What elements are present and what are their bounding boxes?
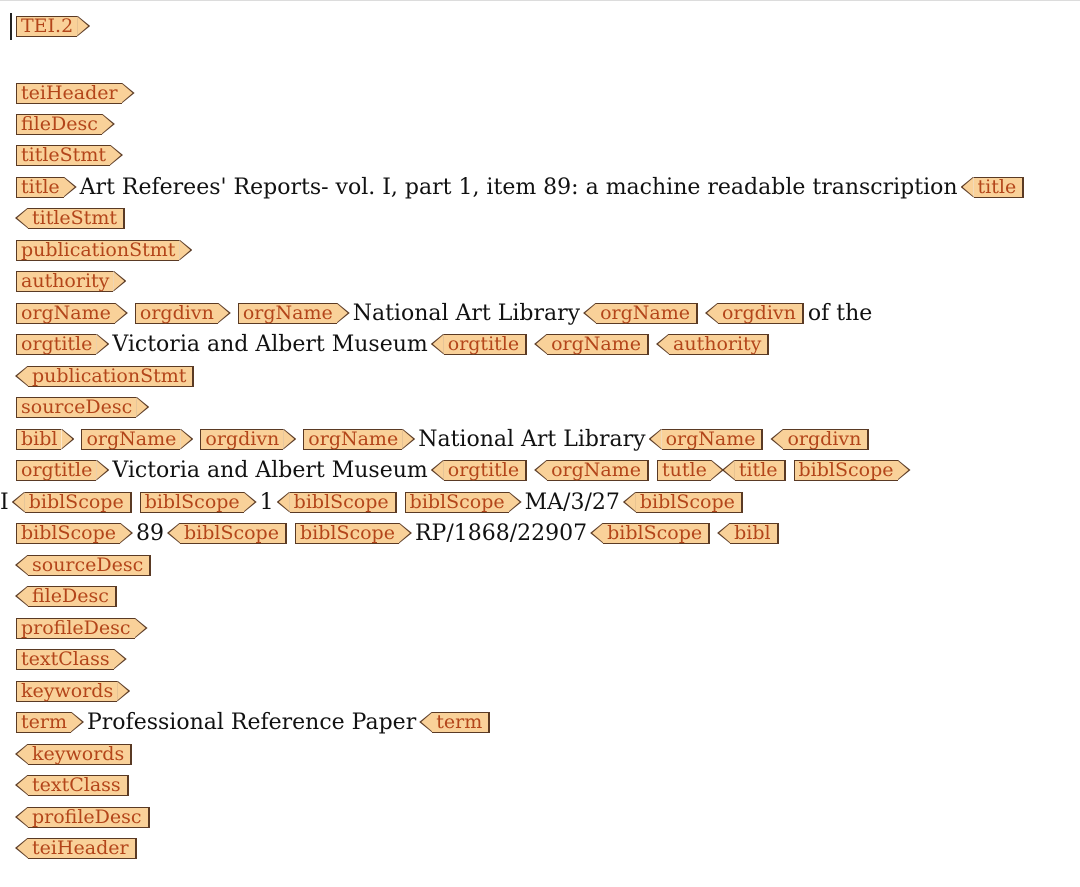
line-teiheader-end: teiHeader: [16, 833, 1080, 863]
item-number-text: 89: [135, 520, 164, 546]
org-title-text: Victoria and Albert Museum: [112, 457, 428, 483]
tag-orgname-start[interactable]: orgName: [16, 302, 115, 324]
tag-title-start[interactable]: title: [16, 176, 64, 198]
tag-biblscope-start[interactable]: biblScope: [139, 491, 244, 513]
tag-profiledesc-end[interactable]: profileDesc: [28, 806, 150, 828]
tag-textclass-end[interactable]: textClass: [28, 774, 129, 796]
connector-text: of the: [807, 300, 873, 326]
line-filedesc-end: fileDesc: [16, 581, 1080, 611]
part-number-text: 1: [259, 489, 274, 515]
tag-orgname-end[interactable]: orgName: [547, 333, 650, 355]
shelfmark-text: MA/3/27: [524, 489, 620, 515]
tag-sourcedesc-start[interactable]: sourceDesc: [16, 396, 137, 418]
line-textclass-end: textClass: [16, 770, 1080, 800]
tag-authority-end[interactable]: authority: [669, 333, 770, 355]
term-text: Professional Reference Paper: [86, 709, 417, 735]
document-title-text: Art Referees' Reports- vol. I, part 1, i…: [79, 174, 958, 200]
tag-biblscope-start[interactable]: biblScope: [16, 522, 120, 544]
tag-authority-start[interactable]: authority: [16, 270, 114, 292]
tag-orgname-end[interactable]: orgName: [661, 428, 764, 450]
tag-title-end[interactable]: title: [973, 176, 1025, 198]
tag-orgname-start[interactable]: orgName: [303, 428, 403, 450]
tag-textclass-start[interactable]: textClass: [16, 648, 114, 670]
tag-term-start[interactable]: term: [16, 711, 71, 733]
tag-teiheader-start[interactable]: teiHeader: [16, 82, 122, 104]
tag-orgdivn-start[interactable]: orgdivn: [200, 428, 284, 450]
line-bibl-start: bibl orgName orgdivn orgName National Ar…: [16, 424, 1080, 454]
tag-biblscope-end[interactable]: biblScope: [24, 491, 132, 513]
tag-titlestmt-start[interactable]: titleStmt: [16, 144, 110, 166]
tag-term-end[interactable]: term: [432, 711, 491, 733]
tag-orgdivn-end[interactable]: orgdivn: [783, 428, 870, 450]
line-orgtitle-authority: orgtitle Victoria and Albert Museum orgt…: [16, 329, 1080, 359]
line-authority-start: authority: [16, 266, 1080, 296]
line-biblscope-values: I biblScope biblScope 1 biblScope biblSc…: [0, 487, 1080, 517]
tag-biblscope-end[interactable]: biblScope: [289, 491, 397, 513]
line-publicationstmt-end: publicationStmt: [16, 361, 1080, 391]
line-textclass-start: textClass: [16, 644, 1080, 674]
tag-orgtitle-start[interactable]: orgtitle: [16, 459, 97, 481]
tag-teiheader-end[interactable]: teiHeader: [28, 837, 137, 859]
line-teiheader-start: teiHeader: [16, 78, 1080, 108]
line-title: title Art Referees' Reports- vol. I, par…: [16, 172, 1080, 202]
tag-biblscope-start[interactable]: biblScope: [294, 522, 399, 544]
tag-orgtitle-start[interactable]: orgtitle: [16, 333, 97, 355]
reference-number-text: RP/1868/22907: [414, 520, 588, 546]
line-sourcedesc-end: sourceDesc: [16, 550, 1080, 580]
line-keywords-start: keywords: [16, 676, 1080, 706]
tag-keywords-end[interactable]: keywords: [28, 743, 133, 765]
tag-keywords-start[interactable]: keywords: [16, 680, 118, 702]
volume-number-text: I: [0, 489, 9, 515]
tag-filedesc-start[interactable]: fileDesc: [16, 113, 102, 135]
org-name-text: National Art Library: [418, 426, 646, 452]
line-titlestmt-end: titleStmt: [16, 203, 1080, 233]
tag-tei2-start[interactable]: TEI.2: [16, 15, 78, 37]
tag-orgdivn-start[interactable]: orgdivn: [134, 302, 218, 324]
line-titlestmt-start: titleStmt: [16, 140, 1080, 170]
line-profiledesc-start: profileDesc: [16, 613, 1080, 643]
tag-title-end[interactable]: title: [734, 459, 786, 481]
tag-orgtitle-end[interactable]: orgtitle: [443, 333, 528, 355]
tag-title-start[interactable]: tutle: [657, 459, 711, 481]
tag-biblscope-end[interactable]: biblScope: [635, 491, 743, 513]
line-biblscope-item: biblScope 89 biblScope biblScope RP/1868…: [16, 518, 1080, 548]
tag-biblscope-end[interactable]: biblScope: [179, 522, 287, 544]
tag-orgname-end[interactable]: orgName: [596, 302, 698, 324]
line-orgname-authority: orgName orgdivn orgName National Art Lib…: [16, 298, 1080, 328]
tag-bibl-start[interactable]: bibl: [16, 428, 62, 450]
line-bibl-orgtitle: orgtitle Victoria and Albert Museum orgt…: [16, 455, 1080, 485]
line-profiledesc-end: profileDesc: [16, 802, 1080, 832]
line-term: term Professional Reference Paper term: [16, 707, 1080, 737]
tag-bibl-end[interactable]: bibl: [730, 522, 779, 544]
tag-publicationstmt-start[interactable]: publicationStmt: [16, 239, 180, 261]
line-filedesc-start: fileDesc: [16, 109, 1080, 139]
tag-biblscope-start[interactable]: biblScope: [404, 491, 509, 513]
tag-orgdivn-end[interactable]: orgdivn: [717, 302, 804, 324]
tag-orgname-start[interactable]: orgName: [81, 428, 181, 450]
tag-filedesc-end[interactable]: fileDesc: [28, 585, 117, 607]
tag-titlestmt-end[interactable]: titleStmt: [28, 207, 125, 229]
line-keywords-end: keywords: [16, 739, 1080, 769]
line-publicationstmt-start: publicationStmt: [16, 235, 1080, 265]
tag-biblscope-end[interactable]: biblScope: [603, 522, 711, 544]
line-tei2: TEI.2: [16, 11, 1080, 41]
tag-orgtitle-end[interactable]: orgtitle: [443, 459, 528, 481]
tag-profiledesc-start[interactable]: profileDesc: [16, 617, 135, 639]
line-sourcedesc-start: sourceDesc: [16, 392, 1080, 422]
tag-sourcedesc-end[interactable]: sourceDesc: [28, 554, 152, 576]
tag-orgname-end[interactable]: orgName: [547, 459, 650, 481]
tag-orgname-start[interactable]: orgName: [237, 302, 337, 324]
text-cursor: [10, 13, 12, 40]
tag-publicationstmt-end[interactable]: publicationStmt: [28, 365, 195, 387]
xml-tag-view-editor[interactable]: TEI.2 teiHeader fileDesc titleStmt title…: [0, 0, 1080, 887]
tag-biblscope-start[interactable]: biblScope: [793, 459, 898, 481]
org-title-text: Victoria and Albert Museum: [112, 331, 428, 357]
org-name-text: National Art Library: [352, 300, 581, 326]
